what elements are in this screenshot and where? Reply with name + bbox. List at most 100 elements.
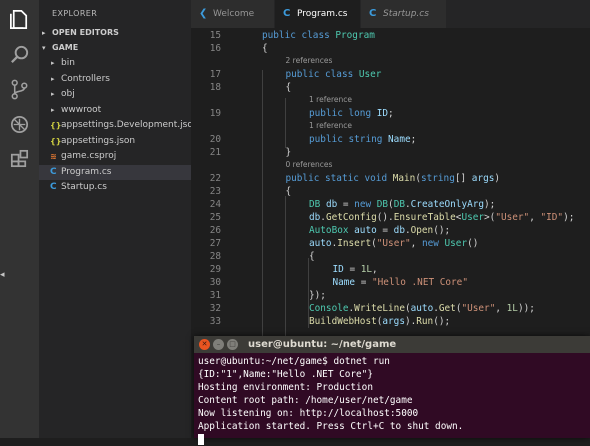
code-token: db bbox=[309, 212, 321, 223]
line-number: 31 bbox=[209, 290, 221, 301]
csharp-icon: C bbox=[50, 182, 57, 192]
code-text: db.GetConfig().EnsureTable<User>("User",… bbox=[309, 211, 574, 224]
code-token: )); bbox=[517, 303, 535, 314]
code-token: = bbox=[376, 225, 394, 236]
tab-bar: ❮ Welcome C Program.cs C Startup.cs bbox=[191, 0, 590, 28]
terminal-prompt-line[interactable] bbox=[198, 433, 590, 446]
code-text: Console.WriteLine(auto.Get("User", 1L)); bbox=[309, 302, 535, 315]
tree-item[interactable]: {} appsettings.json bbox=[39, 134, 191, 149]
code-line: 33 BuildWebHost(args).Run(); bbox=[191, 315, 590, 328]
code-token: Name bbox=[332, 277, 356, 288]
codelens-references[interactable]: 1 reference bbox=[309, 94, 352, 106]
vscode-logo-icon: ❮ bbox=[199, 8, 208, 19]
explorer-sidebar: EXPLORER ▸ OPEN EDITORS ▾ GAME ▸ bin ▸ Cont… bbox=[39, 0, 199, 438]
code-token: Main bbox=[392, 173, 416, 184]
minimize-icon[interactable]: – bbox=[213, 339, 224, 350]
tree-item[interactable]: ▸ wwwroot bbox=[39, 103, 191, 118]
terminal-titlebar[interactable]: ✕ – □ user@ubuntu: ~/net/game bbox=[194, 336, 590, 353]
tree-item[interactable]: ▸ obj bbox=[39, 87, 191, 102]
codelens-references[interactable]: 0 references bbox=[286, 159, 333, 171]
code-token: "User" bbox=[461, 303, 496, 314]
chevron-left-icon[interactable]: ◂ bbox=[0, 270, 5, 280]
tab-label: Welcome bbox=[213, 9, 255, 19]
code-token: DB bbox=[309, 199, 326, 210]
codelens-references[interactable]: 1 reference bbox=[309, 120, 352, 132]
code-token: Name bbox=[388, 134, 411, 145]
code-token: auto bbox=[410, 303, 434, 314]
search-icon[interactable] bbox=[8, 43, 31, 66]
code-line: 23 { bbox=[191, 185, 590, 198]
code-line: 31}); bbox=[191, 289, 590, 302]
code-token: auto bbox=[309, 238, 332, 249]
tree-item[interactable]: ≋ game.csproj bbox=[39, 149, 191, 164]
close-icon[interactable]: ✕ bbox=[199, 339, 210, 350]
source-control-icon[interactable] bbox=[8, 78, 31, 101]
code-token: EnsureTable bbox=[393, 212, 456, 223]
line-number: 30 bbox=[209, 277, 221, 288]
code-token: Program bbox=[335, 30, 375, 41]
open-editors-section[interactable]: ▸ OPEN EDITORS bbox=[39, 25, 191, 41]
chevron-right-icon: ▸ bbox=[51, 105, 55, 114]
tab-startup-cs[interactable]: C Startup.cs bbox=[361, 0, 446, 28]
json-file-icon: {} bbox=[50, 121, 62, 130]
code-token: CreateOnlyArg bbox=[410, 199, 485, 210]
code-token: "Hello .NET Core" bbox=[372, 277, 468, 288]
terminal-title: user@ubuntu: ~/net/game bbox=[248, 339, 397, 350]
code-line: 24 DB db = new DB(DB.CreateOnlyArg); bbox=[191, 198, 590, 211]
csharp-icon: C bbox=[283, 8, 291, 19]
code-token: , bbox=[372, 264, 378, 275]
code-text: public long ID; bbox=[309, 107, 394, 120]
codelens-references[interactable]: 2 references bbox=[286, 55, 333, 67]
indent-guide bbox=[285, 98, 286, 148]
project-label: GAME bbox=[52, 43, 79, 52]
code-token: ); bbox=[484, 199, 496, 210]
terminal-output[interactable]: user@ubuntu:~/net/game$ dotnet run {ID:"1… bbox=[198, 355, 590, 445]
project-section[interactable]: ▾ GAME bbox=[39, 40, 191, 56]
code-token: "User" bbox=[495, 212, 530, 223]
code-token: WriteLine bbox=[354, 303, 405, 314]
code-token: "User" bbox=[376, 238, 411, 249]
code-token: = bbox=[343, 264, 361, 275]
terminal-window[interactable]: ✕ – □ user@ubuntu: ~/net/game user@ubunt… bbox=[194, 336, 590, 445]
explorer-icon[interactable] bbox=[8, 8, 31, 31]
line-number: 21 bbox=[209, 147, 221, 158]
code-token: (). bbox=[376, 212, 394, 223]
code-text: DB db = new DB(DB.CreateOnlyArg); bbox=[309, 198, 495, 211]
tree-item-label: Program.cs bbox=[61, 166, 112, 177]
tree-item-label: appsettings.json bbox=[61, 135, 136, 146]
code-text: { bbox=[309, 250, 315, 263]
debug-icon[interactable] bbox=[8, 113, 31, 136]
code-token: Insert bbox=[337, 238, 372, 249]
code-token: public string bbox=[309, 134, 389, 145]
code-text: public class User bbox=[286, 68, 382, 81]
tree-item[interactable]: ▸ bin bbox=[39, 56, 191, 71]
code-token: = bbox=[355, 277, 373, 288]
code-token: } bbox=[285, 147, 292, 158]
code-token: , bbox=[410, 238, 422, 249]
code-token: BuildWebHost bbox=[309, 316, 377, 327]
tab-program-cs[interactable]: C Program.cs bbox=[275, 0, 360, 28]
code-token: { bbox=[285, 186, 292, 197]
csharp-icon: C bbox=[369, 8, 377, 19]
code-token: >( bbox=[484, 212, 496, 223]
maximize-icon[interactable]: □ bbox=[227, 339, 238, 350]
terminal-cursor bbox=[198, 434, 204, 445]
code-text: AutoBox auto = db.Open(); bbox=[309, 224, 450, 237]
code-text: public class Program bbox=[262, 29, 375, 42]
tree-item[interactable]: {} appsettings.Development.json bbox=[39, 118, 199, 133]
line-number: 32 bbox=[209, 303, 221, 314]
line-number: 15 bbox=[209, 30, 221, 41]
tree-item[interactable]: ▸ Controllers bbox=[39, 72, 191, 87]
code-text: } bbox=[286, 146, 292, 159]
tree-item[interactable]: C Program.cs bbox=[39, 164, 191, 180]
code-token: "ID" bbox=[540, 212, 564, 223]
code-text: BuildWebHost(args).Run(); bbox=[309, 315, 450, 328]
terminal-line: Hosting environment: Production bbox=[198, 382, 373, 393]
extensions-icon[interactable] bbox=[8, 147, 31, 170]
line-number: 16 bbox=[209, 43, 221, 54]
tab-label: Startup.cs bbox=[383, 9, 429, 19]
code-token: DB bbox=[393, 199, 405, 210]
tree-item[interactable]: C Startup.cs bbox=[39, 180, 191, 195]
code-token: ID bbox=[376, 108, 389, 119]
tab-welcome[interactable]: ❮ Welcome bbox=[191, 0, 274, 28]
